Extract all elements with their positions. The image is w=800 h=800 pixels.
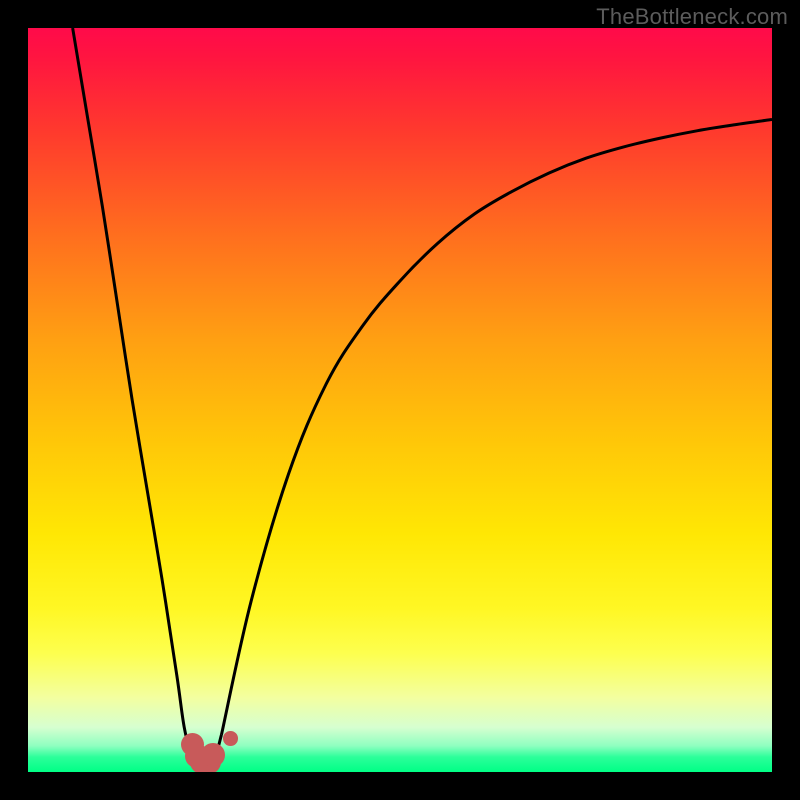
curve-left-branch xyxy=(73,28,192,757)
curve-minimum-marker xyxy=(201,743,225,767)
curve-right-branch xyxy=(221,120,772,735)
outer-frame: TheBottleneck.com xyxy=(0,0,800,800)
watermark-text: TheBottleneck.com xyxy=(596,4,788,30)
curve-minimum-marker xyxy=(223,731,238,746)
plot-area xyxy=(28,28,772,772)
bottleneck-curve xyxy=(28,28,772,772)
